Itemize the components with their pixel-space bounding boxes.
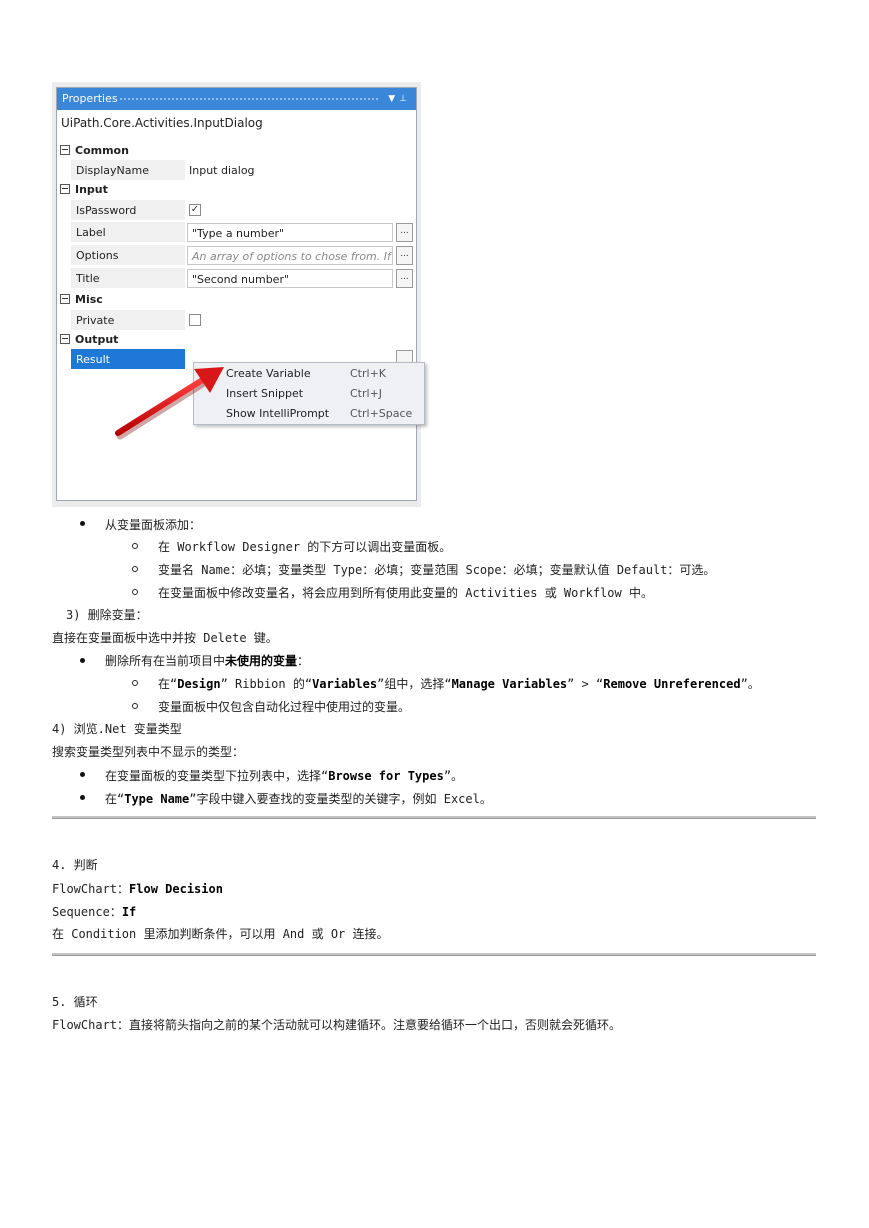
divider — [52, 953, 816, 956]
menu-item-shortcut: Ctrl+Space — [350, 407, 413, 420]
heading-loop: 5. 循环 — [52, 995, 98, 1009]
bullet-icon — [80, 658, 85, 663]
prop-row-title[interactable]: Title "Second number" ... — [71, 268, 415, 289]
menu-item-label: Insert Snippet — [226, 387, 304, 400]
properties-panel: Properties ▼⊥ UiPath.Core.Activities.Inp… — [56, 87, 425, 501]
category-label: Input — [75, 183, 108, 196]
displayname-value[interactable]: Input dialog — [187, 161, 255, 180]
ispassword-checkbox[interactable]: ✓ — [189, 204, 201, 216]
para-condition: 在 Condition 里添加判断条件，可以用 And 或 Or 连接。 — [52, 927, 389, 941]
circle-bullet-icon — [132, 703, 138, 709]
titlebar-grip — [119, 98, 380, 100]
menu-item-label: Show IntelliPrompt — [226, 407, 330, 420]
label-ellipsis-button[interactable]: ... — [396, 223, 413, 242]
panel-titlebar: Properties ▼⊥ — [57, 88, 416, 110]
prop-name: DisplayName — [71, 160, 185, 181]
menu-item-label: Create Variable — [226, 367, 311, 380]
properties-screenshot: Properties ▼⊥ UiPath.Core.Activities.Inp… — [52, 82, 425, 507]
category-misc[interactable]: Misc — [60, 291, 103, 309]
heading-decision: 4. 判断 — [52, 858, 98, 872]
private-checkbox[interactable] — [189, 314, 201, 326]
collapse-icon[interactable] — [60, 184, 70, 194]
subitem-panel-contents: 变量面板中仅包含自动化过程中使用过的变量。 — [158, 700, 411, 714]
para-loop: FlowChart：直接将箭头指向之前的某个活动就可以构建循环。注意要给循环一个… — [52, 1018, 622, 1032]
category-output[interactable]: Output — [60, 331, 118, 349]
prop-name: Private — [71, 310, 185, 331]
subitem-designer: 在 Workflow Designer 的下方可以调出变量面板。 — [158, 540, 452, 554]
prop-row-displayname[interactable]: DisplayName Input dialog — [71, 160, 415, 181]
prop-name: Options — [71, 245, 185, 266]
panel-title: Properties — [62, 92, 118, 105]
options-input[interactable]: An array of options to chose from. If se… — [187, 246, 393, 265]
label-input[interactable]: "Type a number" — [187, 223, 393, 242]
menu-item-shortcut: Ctrl+J — [350, 387, 383, 400]
prop-name: Title — [71, 268, 185, 289]
heading-browse-types: 4) 浏览.Net 变量类型 — [52, 722, 182, 736]
line-flowchart-decision: FlowChart：Flow Decision — [52, 882, 223, 896]
bullet-type-name: 在“Type Name”字段中键入要查找的变量类型的关键字，例如 Excel。 — [105, 792, 492, 806]
subitem-remove-steps: 在“Design” Ribbion 的“Variables”组中，选择“Mana… — [158, 677, 760, 691]
activity-type-name: UiPath.Core.Activities.InputDialog — [61, 116, 263, 130]
red-arrow-icon — [115, 367, 224, 440]
circle-bullet-icon — [132, 566, 138, 572]
circle-bullet-icon — [132, 543, 138, 549]
bullet-remove-unused: 删除所有在当前项目中未使用的变量： — [105, 654, 310, 668]
title-ellipsis-button[interactable]: ... — [396, 269, 413, 288]
menu-item-shortcut: Ctrl+K — [350, 367, 387, 380]
divider — [52, 816, 816, 819]
bullet-icon — [80, 795, 85, 800]
category-label: Misc — [75, 293, 103, 306]
prop-row-private[interactable]: Private — [71, 310, 415, 331]
collapse-icon[interactable] — [60, 334, 70, 344]
prop-name: Label — [71, 222, 185, 243]
category-label: Output — [75, 333, 119, 346]
circle-bullet-icon — [132, 680, 138, 686]
titlebar-icons: ▼⊥ — [388, 88, 411, 110]
subitem-rename: 在变量面板中修改变量名，将会应用到所有使用此变量的 Activities 或 W… — [158, 586, 653, 600]
category-label: Common — [75, 144, 129, 157]
pin-icon[interactable]: ⊥ — [399, 94, 411, 104]
title-input[interactable]: "Second number" — [187, 269, 393, 288]
collapse-icon[interactable] — [60, 145, 70, 155]
para-delete: 直接在变量面板中选中并按 Delete 键。 — [52, 631, 278, 645]
bullet-icon — [80, 772, 85, 777]
prop-row-label[interactable]: Label "Type a number" ... — [71, 222, 415, 243]
prop-name: IsPassword — [71, 200, 185, 221]
para-browse: 搜索变量类型列表中不显示的类型： — [52, 745, 245, 759]
heading-delete-variable: 3) 删除变量： — [66, 608, 148, 622]
line-sequence-if: Sequence：If — [52, 905, 137, 919]
subitem-fields: 变量名 Name：必填；变量类型 Type：必填；变量范围 Scope：必填；变… — [158, 563, 716, 577]
category-common[interactable]: Common — [60, 142, 129, 160]
options-ellipsis-button[interactable]: ... — [396, 246, 413, 265]
circle-bullet-icon — [132, 589, 138, 595]
prop-row-options[interactable]: Options An array of options to chose fro… — [71, 245, 415, 266]
bullet-browse-for-types: 在变量面板的变量类型下拉列表中，选择“Browse for Types”。 — [105, 769, 464, 783]
dropdown-icon[interactable]: ▼ — [388, 94, 399, 104]
bullet-icon — [80, 521, 85, 526]
bullet-add-from-panel: 从变量面板添加： — [105, 518, 202, 532]
collapse-icon[interactable] — [60, 294, 70, 304]
prop-row-ispassword[interactable]: IsPassword ✓ — [71, 200, 415, 221]
category-input[interactable]: Input — [60, 181, 108, 199]
